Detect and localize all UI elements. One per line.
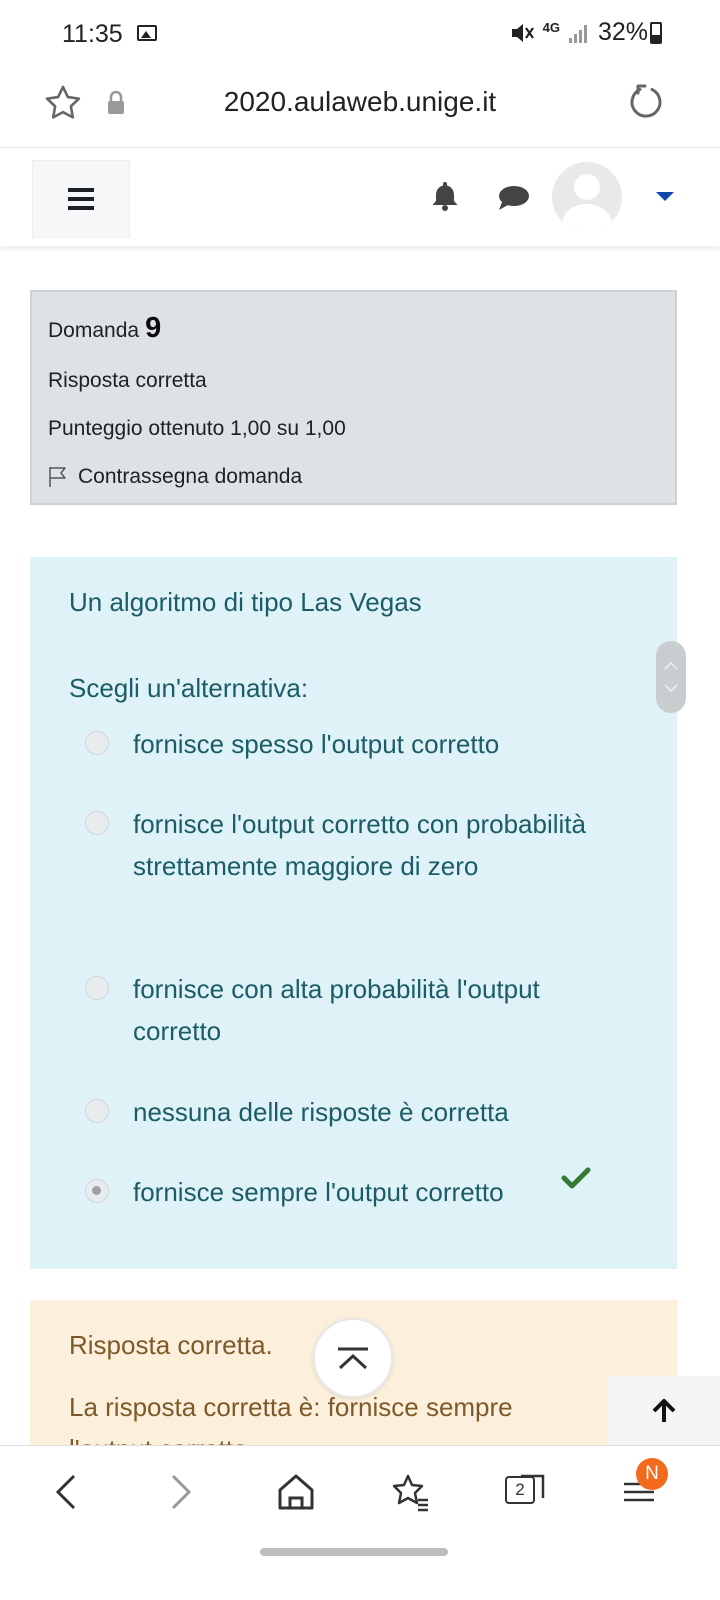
arrow-up-icon bbox=[652, 1399, 675, 1422]
hamburger-icon[interactable] bbox=[32, 160, 130, 238]
home-icon[interactable] bbox=[276, 1470, 316, 1514]
question-title: Domanda 9 bbox=[48, 312, 659, 345]
answer-option[interactable]: fornisce con alta probabilità l'output c… bbox=[85, 968, 613, 1052]
scroll-handle[interactable] bbox=[656, 641, 686, 713]
answer-option[interactable]: fornisce spesso l'output corretto bbox=[85, 723, 613, 765]
answer-option-selected[interactable]: fornisce sempre l'output corretto bbox=[85, 1171, 613, 1213]
user-icon[interactable] bbox=[552, 162, 622, 232]
answer-label: fornisce con alta probabilità l'output c… bbox=[133, 974, 540, 1046]
forward-icon[interactable] bbox=[165, 1470, 197, 1514]
battery-label: 32% bbox=[597, 18, 648, 46]
back-to-top-button[interactable] bbox=[607, 1376, 720, 1446]
image-icon bbox=[137, 25, 157, 41]
question-number: 9 bbox=[145, 312, 162, 344]
radio-button-selected[interactable] bbox=[85, 1179, 109, 1203]
answer-label: nessuna delle risposte è corretta bbox=[133, 1097, 509, 1127]
chevron-up-icon bbox=[338, 1347, 368, 1370]
feedback-state: Risposta corretta. bbox=[69, 1330, 273, 1360]
answer-prompt: Scegli un'alternativa: bbox=[69, 673, 309, 703]
caret-down-icon[interactable] bbox=[656, 192, 674, 201]
chevron-up-icon bbox=[664, 662, 678, 670]
network-label: 4G bbox=[542, 20, 560, 35]
url-text[interactable]: 2020.aulaweb.unige.it bbox=[0, 86, 720, 118]
battery-icon bbox=[650, 22, 662, 44]
answer-option[interactable]: nessuna delle risposte è corretta bbox=[85, 1091, 613, 1133]
answer-label: fornisce spesso l'output corretto bbox=[133, 729, 500, 759]
flag-question-link[interactable]: Contrassegna domanda bbox=[48, 465, 659, 489]
question-label: Domanda bbox=[48, 319, 140, 342]
mute-icon bbox=[511, 23, 534, 42]
site-navbar bbox=[0, 150, 720, 246]
bookmarks-icon[interactable] bbox=[388, 1470, 432, 1514]
radio-button[interactable] bbox=[85, 1099, 109, 1123]
tab-count[interactable]: 2 bbox=[505, 1476, 535, 1504]
answer-option[interactable]: fornisce l'output corretto con probabili… bbox=[85, 803, 613, 887]
signal-icon bbox=[568, 24, 587, 43]
question-text: Un algoritmo di tipo Las Vegas bbox=[69, 587, 422, 617]
feedback-right-answer: La risposta corretta è: fornisce sempre … bbox=[69, 1392, 513, 1445]
browser-url-bar: 2020.aulaweb.unige.it bbox=[0, 70, 720, 148]
reload-icon[interactable] bbox=[626, 82, 666, 122]
answer-label: fornisce l'output corretto con probabili… bbox=[133, 809, 586, 881]
status-bar: 11:35 4G 32% bbox=[0, 0, 720, 70]
radio-button[interactable] bbox=[85, 731, 109, 755]
question-content: Un algoritmo di tipo Las Vegas Scegli un… bbox=[30, 557, 677, 1269]
status-time: 11:35 bbox=[62, 20, 123, 48]
status-indicators: 4G 32% bbox=[509, 18, 648, 47]
radio-button[interactable] bbox=[85, 811, 109, 835]
answer-label: fornisce sempre l'output corretto bbox=[133, 1177, 504, 1207]
chat-icon[interactable] bbox=[498, 184, 530, 212]
question-info: Domanda 9 Risposta corretta Punteggio ot… bbox=[30, 290, 677, 505]
flag-label: Contrassegna domanda bbox=[78, 465, 303, 488]
question-grade: Punteggio ottenuto 1,00 su 1,00 bbox=[48, 417, 346, 440]
question-state: Risposta corretta bbox=[48, 369, 207, 392]
check-icon bbox=[561, 1167, 591, 1189]
flag-icon bbox=[49, 467, 66, 487]
bell-icon[interactable] bbox=[430, 180, 460, 212]
radio-button[interactable] bbox=[85, 976, 109, 1000]
home-indicator[interactable] bbox=[260, 1548, 448, 1556]
chevron-down-icon bbox=[664, 684, 678, 692]
scroll-to-top-button[interactable] bbox=[313, 1318, 393, 1398]
notification-badge: N bbox=[636, 1458, 668, 1490]
back-icon[interactable] bbox=[50, 1470, 82, 1514]
browser-bottom-nav: 2 N bbox=[0, 1445, 720, 1600]
